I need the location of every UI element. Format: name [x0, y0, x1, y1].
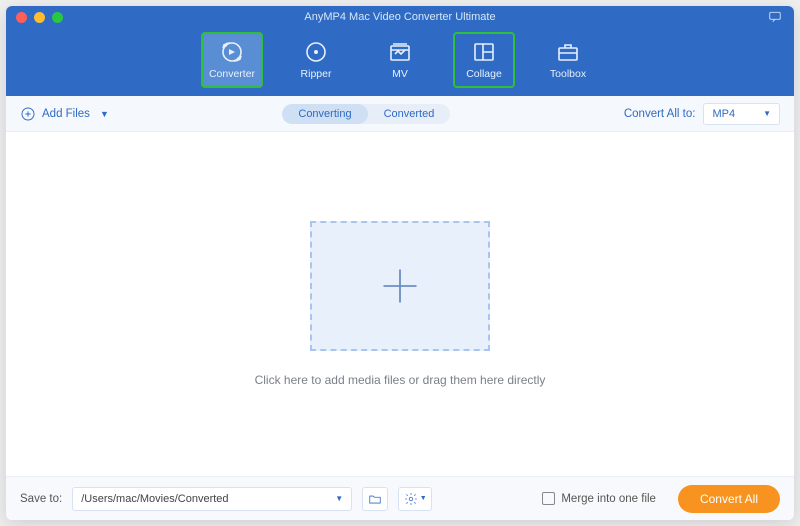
zoom-window-button[interactable] [52, 12, 63, 23]
folder-icon [368, 492, 382, 506]
close-window-button[interactable] [16, 12, 27, 23]
merge-checkbox[interactable]: Merge into one file [542, 492, 656, 505]
chevron-down-icon: ▼ [100, 109, 109, 119]
main-nav: Converter Ripper MV Collage Toolbox [6, 28, 794, 96]
gear-icon [404, 492, 418, 506]
convert-all-to-label: Convert All to: [624, 108, 696, 120]
drop-zone[interactable] [310, 221, 490, 351]
nav-toolbox[interactable]: Toolbox [537, 32, 599, 88]
plus-circle-icon [20, 106, 36, 122]
settings-button[interactable]: ▼ [398, 487, 432, 511]
merge-label: Merge into one file [561, 493, 656, 505]
add-files-button[interactable]: Add Files ▼ [20, 106, 109, 122]
tab-converting[interactable]: Converting [282, 104, 367, 124]
tab-converted[interactable]: Converted [368, 104, 451, 124]
toolbox-icon [556, 40, 580, 64]
nav-collage[interactable]: Collage [453, 32, 515, 88]
checkbox-icon [542, 492, 555, 505]
drop-hint-text: Click here to add media files or drag th… [255, 373, 546, 387]
nav-converter[interactable]: Converter [201, 32, 263, 88]
nav-collage-label: Collage [466, 68, 502, 80]
plus-icon [378, 264, 422, 308]
footer-bar: Save to: /Users/mac/Movies/Converted ▼ ▼… [6, 476, 794, 520]
sub-toolbar: Add Files ▼ Converting Converted Convert… [6, 96, 794, 132]
collage-icon [472, 40, 496, 64]
converter-icon [220, 40, 244, 64]
ripper-icon [304, 40, 328, 64]
chevron-down-icon: ▼ [335, 494, 343, 503]
nav-ripper-label: Ripper [301, 68, 332, 80]
convert-all-button[interactable]: Convert All [678, 485, 780, 513]
chevron-down-icon: ▼ [763, 109, 771, 118]
nav-ripper[interactable]: Ripper [285, 32, 347, 88]
save-to-label: Save to: [20, 493, 62, 505]
chevron-down-icon: ▼ [420, 495, 427, 502]
content-stage: Click here to add media files or drag th… [6, 132, 794, 476]
minimize-window-button[interactable] [34, 12, 45, 23]
nav-mv[interactable]: MV [369, 32, 431, 88]
nav-toolbox-label: Toolbox [550, 68, 586, 80]
feedback-icon[interactable] [768, 10, 782, 24]
add-files-label: Add Files [42, 108, 90, 120]
nav-converter-label: Converter [209, 68, 255, 80]
window-title: AnyMP4 Mac Video Converter Ultimate [6, 11, 794, 23]
save-path-select[interactable]: /Users/mac/Movies/Converted ▼ [72, 487, 352, 511]
title-bar: AnyMP4 Mac Video Converter Ultimate [6, 6, 794, 28]
status-segment: Converting Converted [282, 104, 450, 124]
traffic-lights [16, 12, 63, 23]
open-folder-button[interactable] [362, 487, 388, 511]
mv-icon [388, 40, 412, 64]
nav-mv-label: MV [392, 68, 408, 80]
output-format-select[interactable]: MP4 ▼ [703, 103, 780, 125]
app-window: AnyMP4 Mac Video Converter Ultimate Conv… [6, 6, 794, 520]
output-format-value: MP4 [712, 108, 735, 120]
save-path-value: /Users/mac/Movies/Converted [81, 493, 228, 505]
